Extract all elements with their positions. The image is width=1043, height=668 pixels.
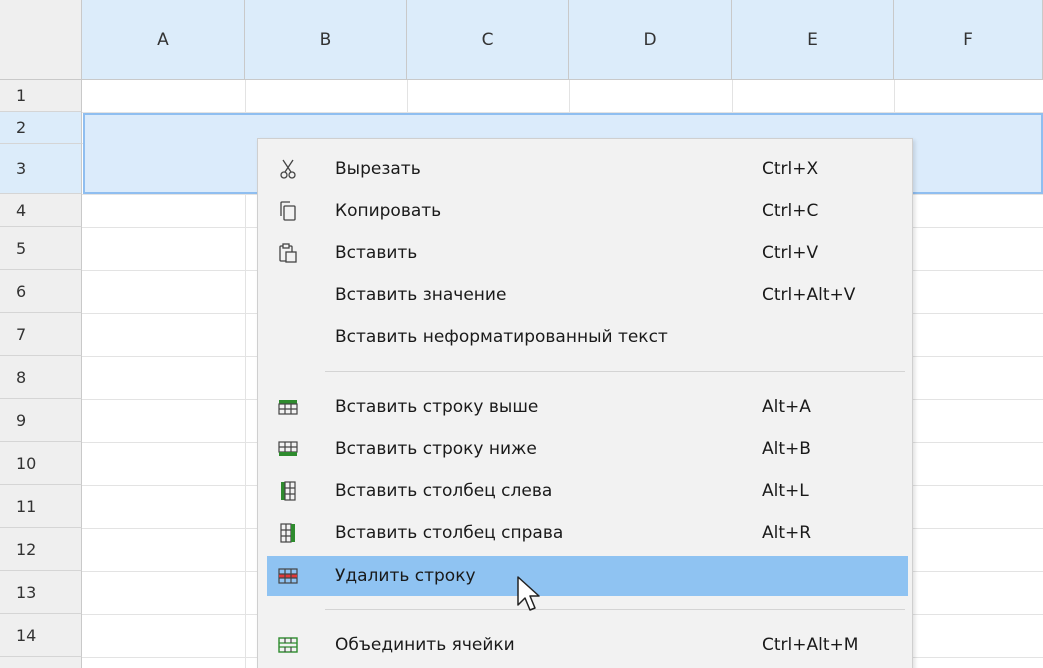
row-number: 13 (16, 582, 37, 602)
row-number: 11 (16, 496, 37, 516)
column-header-c[interactable]: C (407, 0, 569, 80)
row-header-10[interactable]: 10 (0, 442, 82, 485)
menu-item-label: Копировать (335, 201, 442, 221)
row-header-11[interactable]: 11 (0, 485, 82, 528)
merge-cells-icon (277, 634, 299, 656)
menu-item-paste-plain-text[interactable]: Вставить неформатированный текст (267, 317, 908, 357)
menu-item-shortcut: Alt+L (762, 481, 809, 501)
column-label: C (481, 29, 494, 50)
menu-item-label: Вставить строку ниже (335, 439, 537, 459)
row-header-7[interactable]: 7 (0, 313, 82, 356)
row-number: 4 (16, 200, 27, 220)
menu-item-delete-row[interactable]: Удалить строку (267, 556, 908, 596)
menu-item-label: Вставить строку выше (335, 397, 539, 417)
menu-item-label: Вырезать (335, 159, 421, 179)
menu-separator (325, 371, 905, 372)
menu-item-merge-cells[interactable]: Объединить ячейки Ctrl+Alt+M (267, 625, 908, 665)
column-label: B (319, 29, 332, 50)
row-number: 10 (16, 453, 37, 473)
insert-column-right-icon (277, 522, 299, 544)
column-label: A (157, 29, 169, 50)
menu-item-label: Вставить неформатированный текст (335, 327, 668, 347)
row-number: 14 (16, 625, 37, 645)
column-header-d[interactable]: D (569, 0, 732, 80)
menu-item-label: Вставить значение (335, 285, 507, 305)
row-header-8[interactable]: 8 (0, 356, 82, 399)
menu-item-paste[interactable]: Вставить Ctrl+V (267, 233, 908, 273)
column-header-e[interactable]: E (732, 0, 894, 80)
column-header-f[interactable]: F (894, 0, 1043, 80)
column-label: E (807, 29, 818, 50)
row-header-4[interactable]: 4 (0, 194, 82, 227)
menu-item-shortcut: Ctrl+Alt+V (762, 285, 856, 305)
row-number: 6 (16, 281, 27, 301)
menu-item-insert-row-below[interactable]: Вставить строку ниже Alt+B (267, 429, 908, 469)
row-number: 9 (16, 410, 27, 430)
row-header-6[interactable]: 6 (0, 270, 82, 313)
insert-row-above-icon (277, 396, 299, 418)
copy-icon (277, 200, 299, 222)
row-number: 1 (16, 86, 27, 105)
menu-item-shortcut: Ctrl+X (762, 159, 819, 179)
row-header-13[interactable]: 13 (0, 571, 82, 614)
row-header-14[interactable]: 14 (0, 614, 82, 657)
menu-item-paste-value[interactable]: Вставить значение Ctrl+Alt+V (267, 275, 908, 315)
mouse-pointer-icon (515, 575, 543, 615)
menu-item-insert-column-right[interactable]: Вставить столбец справа Alt+R (267, 513, 908, 553)
menu-item-shortcut: Alt+B (762, 439, 811, 459)
column-label: F (963, 29, 973, 50)
menu-item-label: Вставить (335, 243, 418, 263)
delete-row-icon (277, 565, 299, 587)
context-menu: Вырезать Ctrl+X Копировать Ctrl+C Встави… (257, 138, 913, 668)
scissors-icon (277, 158, 299, 180)
row-header-1[interactable]: 1 (0, 80, 82, 112)
menu-item-shortcut: Ctrl+V (762, 243, 819, 263)
menu-item-label: Объединить ячейки (335, 635, 515, 655)
insert-column-left-icon (277, 480, 299, 502)
menu-item-shortcut: Alt+R (762, 523, 812, 543)
menu-item-copy[interactable]: Копировать Ctrl+C (267, 191, 908, 231)
menu-item-label: Вставить столбец справа (335, 523, 564, 543)
paste-icon (277, 242, 299, 264)
menu-separator (325, 609, 905, 610)
menu-item-insert-row-above[interactable]: Вставить строку выше Alt+A (267, 387, 908, 427)
row-header-3[interactable]: 3 (0, 144, 82, 194)
row-number: 8 (16, 367, 27, 387)
row-header-15[interactable]: 15 (0, 657, 82, 668)
row-number: 12 (16, 539, 37, 559)
menu-item-label: Вставить столбец слева (335, 481, 553, 501)
insert-row-below-icon (277, 438, 299, 460)
row-header-9[interactable]: 9 (0, 399, 82, 442)
row-number: 3 (16, 159, 27, 178)
menu-item-shortcut: Alt+A (762, 397, 811, 417)
row-number: 5 (16, 238, 27, 258)
column-header-a[interactable]: A (82, 0, 245, 80)
menu-item-label: Удалить строку (335, 566, 476, 586)
menu-item-cut[interactable]: Вырезать Ctrl+X (267, 149, 908, 189)
row-number: 2 (16, 118, 27, 137)
row-header-5[interactable]: 5 (0, 227, 82, 270)
menu-item-shortcut: Ctrl+C (762, 201, 819, 221)
select-all-corner[interactable] (0, 0, 82, 80)
row-number: 7 (16, 324, 27, 344)
row-header-2[interactable]: 2 (0, 112, 82, 144)
column-label: D (643, 29, 657, 50)
menu-item-insert-column-left[interactable]: Вставить столбец слева Alt+L (267, 471, 908, 511)
column-header-b[interactable]: B (245, 0, 407, 80)
menu-item-shortcut: Ctrl+Alt+M (762, 635, 859, 655)
row-header-12[interactable]: 12 (0, 528, 82, 571)
